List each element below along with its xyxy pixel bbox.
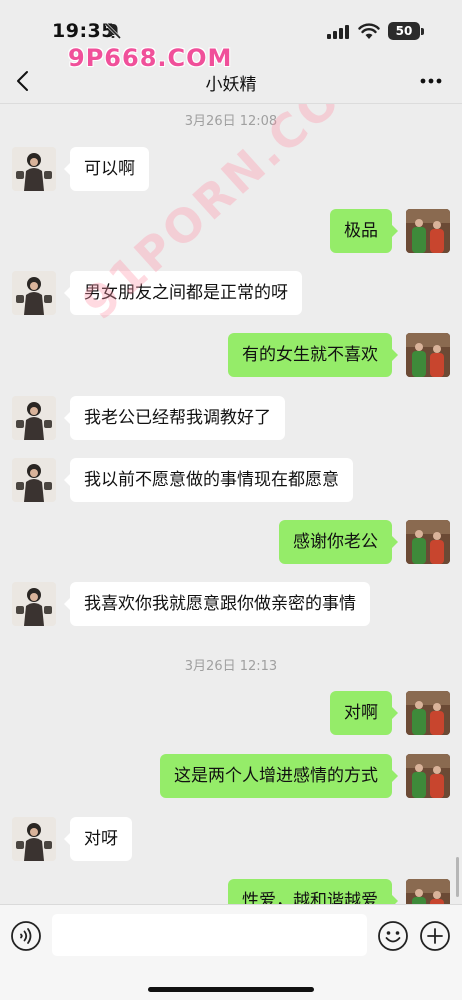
message-bubble-sent[interactable]: 有的女生就不喜欢 xyxy=(228,333,398,377)
message-bubble-received[interactable]: 可以啊 xyxy=(64,147,149,191)
self-avatar[interactable] xyxy=(406,691,450,735)
message-bubble-received[interactable]: 我老公已经帮我调教好了 xyxy=(64,396,285,440)
message-bubble-sent[interactable]: 对啊 xyxy=(330,691,398,735)
message-input[interactable] xyxy=(52,914,367,956)
message-list[interactable]: 3月26日 12:08 可以啊 极品 男女朋友之间都是正常的呀 有的女生就不喜欢… xyxy=(0,104,462,904)
timestamp: 3月26日 12:13 xyxy=(184,659,278,674)
message-bubble-sent[interactable]: 这是两个人增进感情的方式 xyxy=(160,754,398,798)
message-bubble-sent[interactable]: 性爱，越和谐越爱 xyxy=(228,879,398,904)
contact-avatar[interactable] xyxy=(12,396,56,440)
scrollbar[interactable] xyxy=(456,857,459,897)
emoji-icon[interactable] xyxy=(377,920,409,952)
self-avatar[interactable] xyxy=(406,333,450,377)
voice-icon[interactable] xyxy=(10,920,42,952)
self-avatar[interactable] xyxy=(406,754,450,798)
wifi-icon xyxy=(358,23,380,39)
contact-avatar[interactable] xyxy=(12,147,56,191)
self-avatar[interactable] xyxy=(406,209,450,253)
message-bubble-sent[interactable]: 极品 xyxy=(330,209,398,253)
message-bubble-received[interactable]: 男女朋友之间都是正常的呀 xyxy=(64,271,302,315)
self-avatar[interactable] xyxy=(406,520,450,564)
watermark-top: 9P668.COM xyxy=(68,44,233,72)
contact-avatar[interactable] xyxy=(12,582,56,626)
more-icon[interactable] xyxy=(420,78,442,84)
home-indicator[interactable] xyxy=(148,987,314,992)
self-avatar[interactable] xyxy=(406,879,450,904)
message-bubble-sent[interactable]: 感谢你老公 xyxy=(279,520,398,564)
battery-indicator: 50 xyxy=(388,22,424,40)
timestamp: 3月26日 12:08 xyxy=(184,114,278,129)
signal-icon xyxy=(327,25,349,39)
plus-icon[interactable] xyxy=(419,920,451,952)
contact-avatar[interactable] xyxy=(12,817,56,861)
bell-off-icon xyxy=(104,22,122,40)
message-bubble-received[interactable]: 对呀 xyxy=(64,817,132,861)
message-bubble-received[interactable]: 我喜欢你我就愿意跟你做亲密的事情 xyxy=(64,582,370,626)
contact-avatar[interactable] xyxy=(12,271,56,315)
message-bubble-received[interactable]: 我以前不愿意做的事情现在都愿意 xyxy=(64,458,353,502)
contact-avatar[interactable] xyxy=(12,458,56,502)
chat-title: 小妖精 xyxy=(205,75,257,95)
input-bar xyxy=(0,904,462,1000)
